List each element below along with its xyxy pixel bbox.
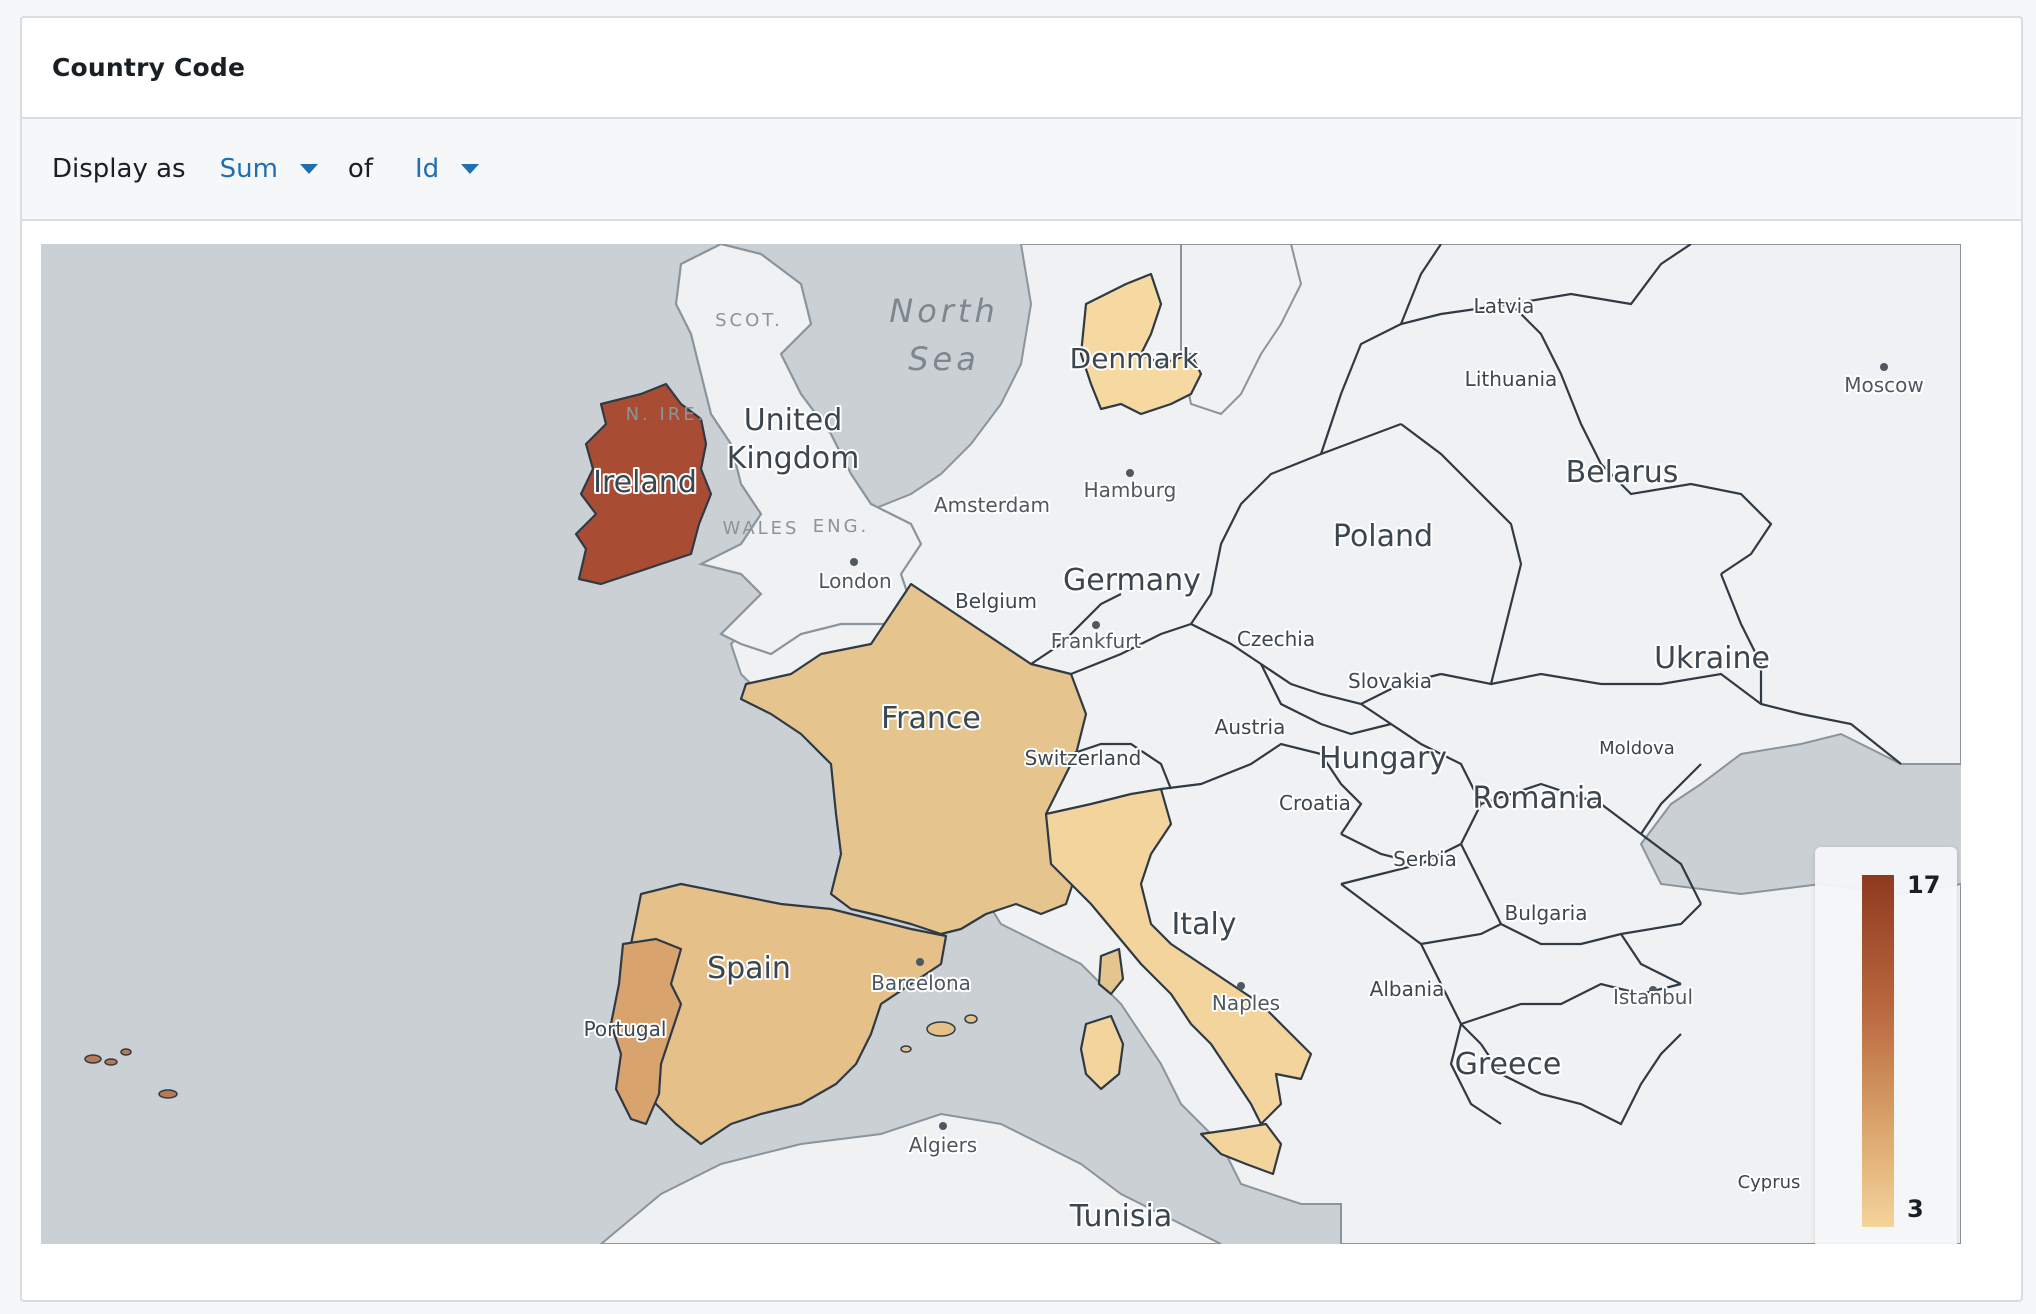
country-label-spain: Spain (707, 951, 791, 986)
color-legend: 17 3 (1815, 847, 1957, 1244)
aggregation-value: Sum (219, 154, 278, 184)
country-label-uk-1: United (744, 403, 843, 438)
country-label-poland: Poland (1333, 519, 1433, 554)
region-label-scot: SCOT. (715, 310, 783, 331)
region-label-n-ire: N. IRE. (626, 404, 707, 425)
country-label-belarus: Belarus (1566, 455, 1679, 490)
country-label-denmark: Denmark (1070, 342, 1199, 375)
country-label-tunisia: Tunisia (1069, 1199, 1172, 1234)
city-label-algiers: Algiers (909, 1133, 977, 1157)
map-svg[interactable]: North Sea SCOT. N. IRE. WALES ENG. Irela… (41, 244, 1961, 1244)
legend-gradient (1862, 875, 1894, 1227)
city-label-barcelona: Barcelona (871, 971, 971, 995)
country-label-ukraine: Ukraine (1654, 641, 1770, 676)
sea-label-sea: Sea (908, 340, 980, 378)
country-label-ireland: Ireland (593, 465, 697, 500)
country-label-romania: Romania (1472, 781, 1603, 816)
country-label-bulgaria: Bulgaria (1505, 901, 1588, 925)
country-label-cyprus: Cyprus (1738, 1172, 1801, 1193)
city-label-frankfurt: Frankfurt (1051, 629, 1142, 653)
region-label-eng: ENG. (813, 516, 870, 537)
legend-max-value: 17 (1907, 871, 1941, 899)
city-label-naples: Naples (1212, 991, 1280, 1015)
city-label-hamburg: Hamburg (1084, 478, 1177, 502)
field-value: Id (414, 154, 440, 184)
country-label-slovakia: Slovakia (1348, 669, 1432, 693)
country-label-portugal: Portugal (584, 1017, 667, 1041)
region-label-wales: WALES (723, 518, 800, 539)
country-label-albania: Albania (1370, 977, 1445, 1001)
city-label-moscow: Moscow (1844, 373, 1924, 397)
country-label-belgium: Belgium (955, 589, 1037, 613)
country-label-uk-2: Kingdom (727, 441, 860, 476)
country-label-croatia: Croatia (1279, 791, 1351, 815)
country-label-hungary: Hungary (1319, 741, 1447, 776)
aggregation-dropdown[interactable]: Sum (220, 154, 318, 184)
city-label-istanbul: Istanbul (1613, 985, 1693, 1009)
display-as-label: Display as (52, 154, 186, 184)
country-label-italy: Italy (1171, 907, 1236, 942)
country-label-moldova: Moldova (1599, 738, 1675, 759)
field-dropdown[interactable]: Id (414, 154, 480, 184)
country-label-greece: Greece (1455, 1047, 1562, 1082)
country-label-austria: Austria (1215, 715, 1286, 739)
card-title: Country Code (52, 53, 246, 82)
country-label-lithuania: Lithuania (1465, 367, 1558, 391)
of-label: of (347, 154, 373, 184)
choropleth-map[interactable]: North Sea SCOT. N. IRE. WALES ENG. Irela… (41, 244, 1961, 1244)
card-header: Country Code (22, 18, 2021, 119)
city-label-amsterdam: Amsterdam (934, 493, 1050, 517)
country-label-germany: Germany (1063, 563, 1201, 598)
country-label-czechia: Czechia (1237, 627, 1315, 651)
country-label-serbia: Serbia (1393, 847, 1457, 871)
chevron-down-icon (299, 164, 318, 174)
country-label-switzerland: Switzerland (1025, 746, 1142, 770)
legend-min-value: 3 (1907, 1195, 1924, 1223)
city-label-london: London (818, 569, 891, 593)
country-label-latvia: Latvia (1474, 294, 1535, 318)
display-controls: Display as Sum of Id (22, 119, 2021, 221)
country-label-france: France (881, 701, 981, 736)
chevron-down-icon (461, 164, 480, 174)
sea-label-north: North (889, 292, 999, 330)
